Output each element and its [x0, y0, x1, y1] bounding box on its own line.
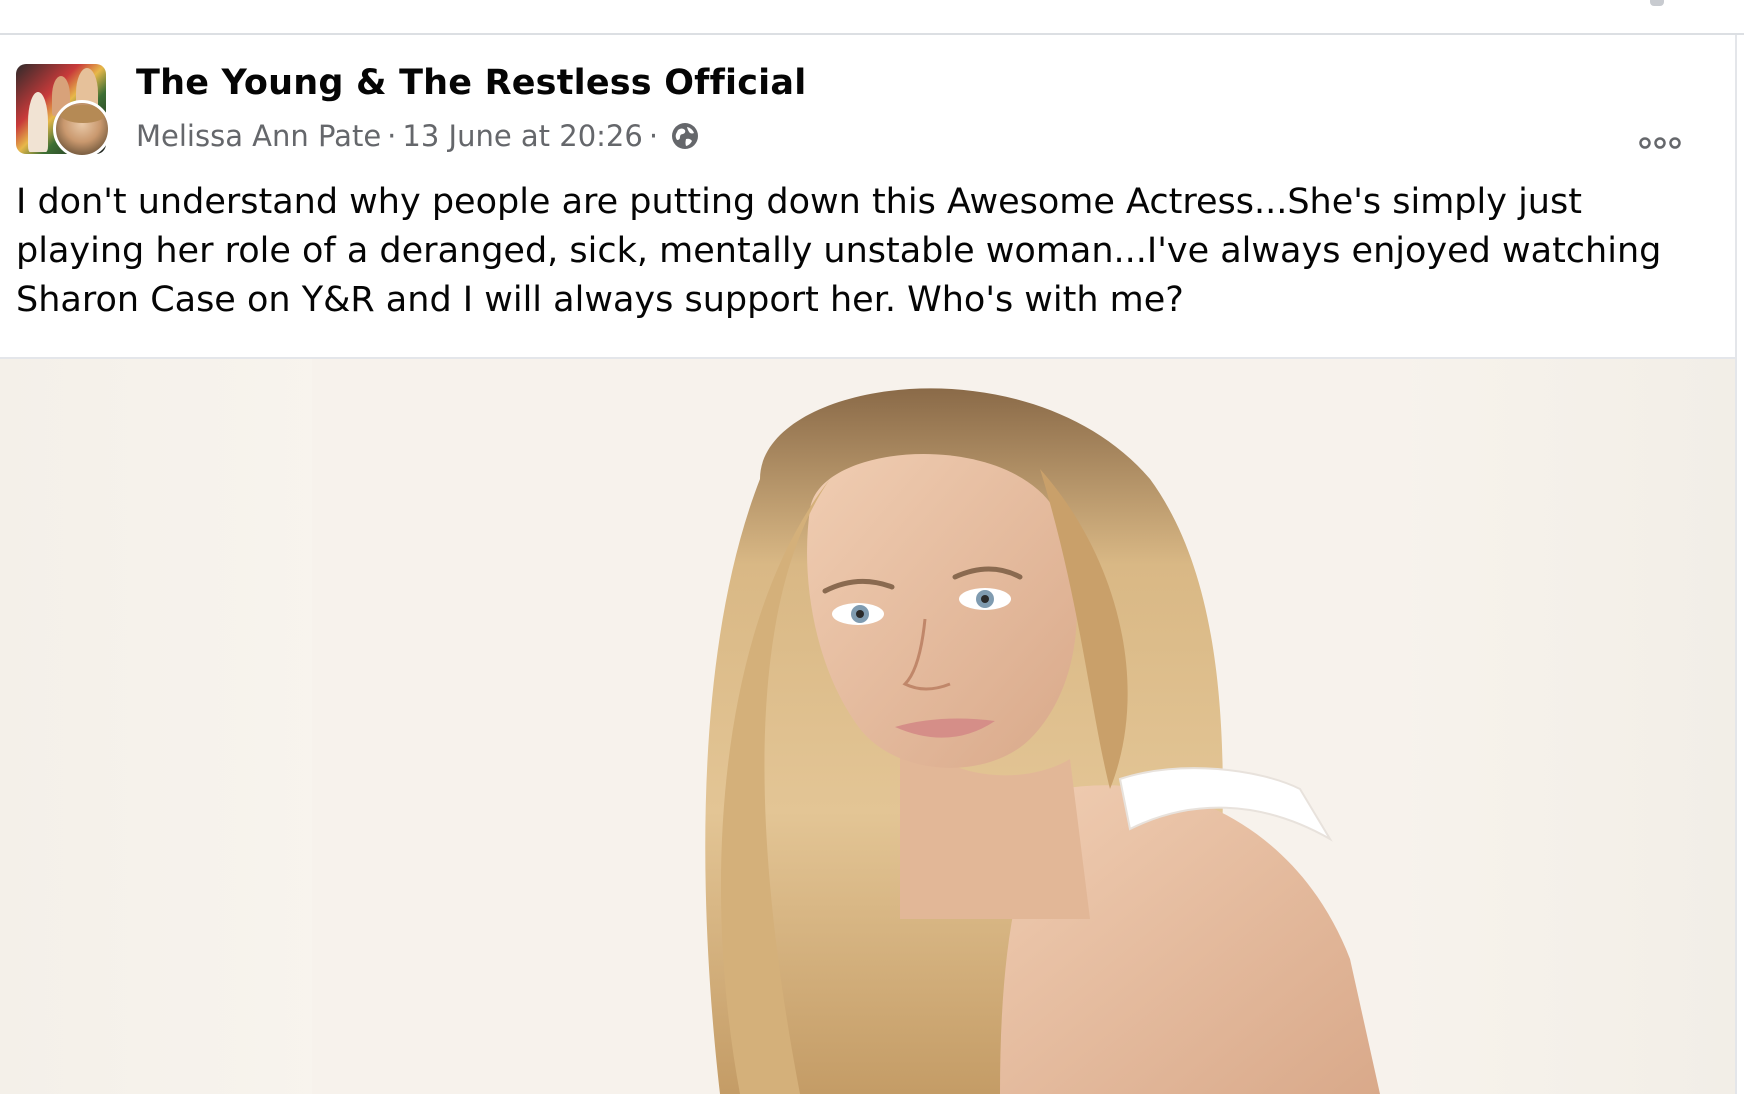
post-header: The Young & The Restless Official Meliss…	[0, 35, 1735, 165]
meta-separator: ·	[387, 119, 397, 153]
author-avatar[interactable]	[53, 100, 111, 158]
meta-separator: ·	[648, 119, 659, 153]
page-name-link[interactable]: The Young & The Restless Official	[136, 63, 806, 103]
globe-icon[interactable]	[670, 121, 700, 151]
post-meta: Melissa Ann Pate · 13 June at 20:26 ·	[136, 119, 700, 153]
more-options-icon	[1639, 137, 1681, 149]
previous-post-edge	[0, 0, 1744, 35]
page: The Young & The Restless Official Meliss…	[0, 0, 1744, 1094]
scrollbar-thumb[interactable]	[1650, 0, 1664, 6]
post-timestamp-link[interactable]: 13 June at 20:26	[402, 119, 642, 153]
author-name-link[interactable]: Melissa Ann Pate	[136, 119, 381, 153]
more-options-button[interactable]	[1630, 123, 1690, 163]
avatar-hat	[60, 105, 106, 123]
post-body-text: I don't understand why people are puttin…	[16, 182, 1662, 320]
avatar-figure	[28, 92, 48, 152]
portrait-photo-illustration	[705, 388, 1380, 1094]
feed-post: The Young & The Restless Official Meliss…	[0, 35, 1737, 1094]
post-photo[interactable]	[0, 359, 1735, 1094]
